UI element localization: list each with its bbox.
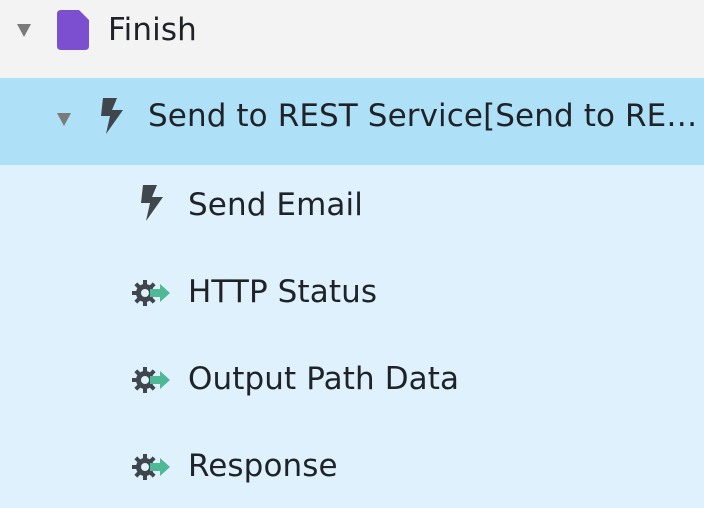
lightning-bolt-icon xyxy=(101,98,123,134)
gear-output-icon xyxy=(132,280,170,306)
expand-caret-icon[interactable] xyxy=(17,24,31,37)
lightning-bolt-icon xyxy=(141,185,163,221)
gear-output-icon xyxy=(132,367,170,393)
tree-node-label: Finish xyxy=(108,12,197,48)
tree-view: Finish Send to REST Service[Send to REST… xyxy=(0,0,704,508)
tree-node-label: HTTP Status xyxy=(188,274,378,310)
tree-node-finish[interactable]: Finish xyxy=(0,0,704,78)
tree-node-output-path-data[interactable]: Output Path Data xyxy=(0,339,704,426)
tree-node-send-to-rest-service[interactable]: Send to REST Service[Send to REST Servic… xyxy=(0,78,704,165)
gear-output-icon xyxy=(132,454,170,480)
tree-node-label: Send Email xyxy=(188,187,363,223)
expand-caret-icon[interactable] xyxy=(57,113,71,126)
tree-node-response[interactable]: Response xyxy=(0,426,704,508)
tree-node-http-status[interactable]: HTTP Status xyxy=(0,252,704,339)
tree-node-send-email[interactable]: Send Email xyxy=(0,165,704,252)
tree-node-label: Response xyxy=(188,448,338,484)
tree-node-label: Send to REST Service[Send to REST Servic… xyxy=(148,98,698,134)
document-icon xyxy=(57,10,89,50)
tree-node-label: Output Path Data xyxy=(188,361,460,397)
